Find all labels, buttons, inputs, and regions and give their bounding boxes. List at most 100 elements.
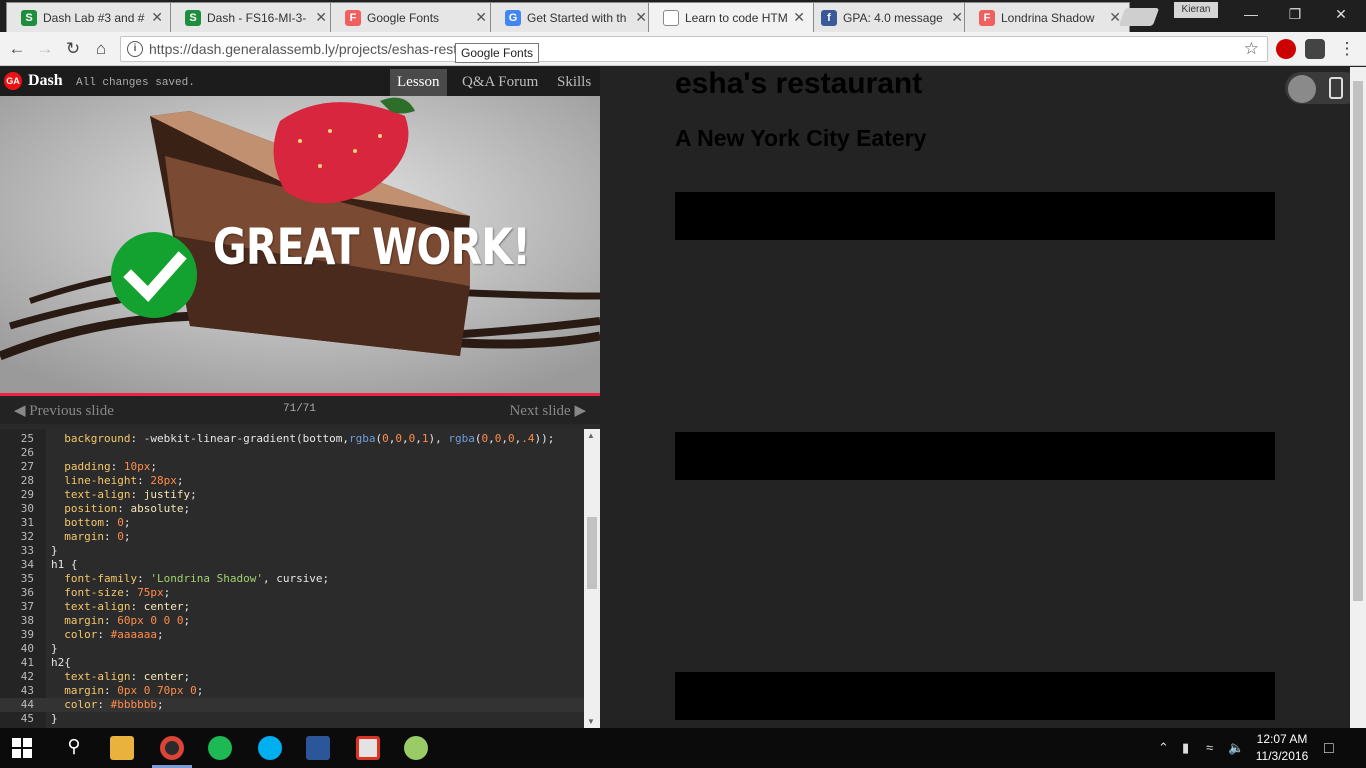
bookmark-star-icon[interactable]: ☆ [1244,39,1259,59]
start-icon[interactable] [12,738,32,758]
mobile-preview-toggle[interactable] [1285,72,1350,104]
extension-icon[interactable] [1305,39,1325,59]
code-line[interactable]: 38 margin: 60px 0 0 0; [0,614,584,628]
browser-tab[interactable]: F Londrina Shadow ✕ [964,2,1130,32]
previous-slide-button[interactable]: ◀ Previous slide [14,401,114,420]
volume-icon[interactable]: 🔈 [1228,740,1244,756]
code-line[interactable]: 28 line-height: 28px; [0,474,584,488]
tab-close-icon[interactable]: ✕ [951,9,963,26]
acrobat-icon[interactable] [356,736,380,760]
editor-scrollbar[interactable]: ▲ ▼ [584,429,600,728]
code-line[interactable]: 33} [0,544,584,558]
dash-panel: GA Dash All changes saved. Lesson Q&A Fo… [0,67,600,728]
tab-close-icon[interactable]: ✕ [475,9,487,26]
tab-title: Google Fonts [367,10,440,25]
dash-header: GA Dash All changes saved. Lesson Q&A Fo… [0,67,600,96]
browser-tab[interactable]: F Google Fonts ✕ [330,2,496,32]
code-line[interactable]: 40} [0,642,584,656]
code-line[interactable]: 34 h1 { [0,558,584,572]
line-number: 28 [20,474,34,487]
phone-icon [1329,77,1343,99]
url-text[interactable]: https://dash.generalassemb.ly/projects/e… [149,41,457,57]
code-token: h2{ [51,656,71,669]
code-line[interactable]: 41 h2{ [0,656,584,670]
code-line[interactable]: 32 margin: 0; [0,530,584,544]
code-line[interactable]: 25 background: -webkit-linear-gradient(b… [0,432,584,446]
chevron-left-icon: ◀ [14,403,30,419]
file-explorer-icon[interactable] [110,736,134,760]
chrome-icon[interactable] [160,736,184,760]
browser-tab[interactable]: f GPA: 4.0 message ✕ [806,2,972,32]
tab-close-icon[interactable]: ✕ [315,9,327,26]
code-token: margin [64,530,104,543]
code-token: 0px 0 70px 0 [117,684,197,697]
paint-icon[interactable] [404,736,428,760]
next-slide-button[interactable]: Next slide ▶ [509,401,586,420]
tab-close-icon[interactable]: ✕ [635,9,647,26]
code-line[interactable]: 31 bottom: 0; [0,516,584,530]
code-token: 0 [117,530,124,543]
forward-icon[interactable]: → [34,38,56,60]
code-line[interactable]: 26 [0,446,584,460]
scroll-down-icon[interactable]: ▼ [587,717,595,726]
extension-icon[interactable] [1276,39,1296,59]
code-line[interactable]: 29 text-align: justify; [0,488,584,502]
code-line[interactable]: 30 position: absolute; [0,502,584,516]
profile-button[interactable]: Kieran [1174,2,1218,18]
site-info-icon[interactable]: i [127,41,143,57]
close-window-icon[interactable]: ✕ [1326,4,1356,24]
code-line[interactable]: 36 font-size: 75px; [0,586,584,600]
notifications-icon[interactable]: □ [1324,740,1334,758]
wifi-icon[interactable]: ≈ [1206,740,1213,755]
search-icon[interactable]: ⚲ [62,736,86,760]
code-editor[interactable]: 25 background: -webkit-linear-gradient(b… [0,429,600,728]
tab-qa-forum[interactable]: Q&A Forum [455,69,545,96]
maximize-icon[interactable]: ❐ [1280,4,1310,24]
minimize-icon[interactable]: — [1236,4,1266,24]
code-text: color: #bbbbbb; [51,698,163,712]
code-line[interactable]: 45} [0,712,584,726]
back-icon[interactable]: ← [6,38,28,60]
editor-scroll-thumb[interactable] [587,517,597,589]
address-bar[interactable]: i https://dash.generalassemb.ly/projects… [120,36,1268,62]
new-tab-button[interactable] [1118,8,1160,26]
word-icon[interactable] [306,736,330,760]
code-token: : [123,586,138,599]
browser-tab[interactable]: S Dash - FS16-MI-3- ✕ [170,2,336,32]
reload-icon[interactable]: ↻ [62,38,84,60]
browser-tab[interactable]: G Get Started with th ✕ [490,2,656,32]
tab-skills[interactable]: Skills [550,69,598,96]
code-line[interactable]: 44 color: #bbbbbb; [0,698,584,712]
code-line[interactable]: 37 text-align: center; [0,600,584,614]
code-token: ; [176,474,184,487]
tab-close-icon[interactable]: ✕ [151,9,163,26]
code-text: background: -webkit-linear-gradient(bott… [51,432,554,446]
page-scrollbar[interactable] [1350,67,1366,728]
browser-tab[interactable]: S Dash Lab #3 and # ✕ [6,2,172,32]
skype-icon[interactable] [258,736,282,760]
menu-icon[interactable]: ⋮ [1336,38,1358,60]
code-token: ; [190,488,197,501]
battery-icon[interactable]: ▮ [1182,740,1189,756]
scroll-up-icon[interactable]: ▲ [587,431,595,440]
code-token: 10px [123,460,151,473]
tab-lesson[interactable]: Lesson [390,69,447,96]
home-icon[interactable]: ⌂ [90,38,112,60]
code-line[interactable]: 39 color: #aaaaaa; [0,628,584,642]
code-line[interactable]: 42 text-align: center; [0,670,584,684]
tab-close-icon[interactable]: ✕ [793,9,805,26]
system-clock[interactable]: 12:07 AM 11/3/2016 [1250,731,1314,765]
tooltip: Google Fonts [455,43,540,63]
chevron-up-icon[interactable]: ⌃ [1158,740,1169,756]
check-circle-icon [111,232,197,318]
browser-tab[interactable]: Learn to code HTM ✕ [648,2,814,32]
code-line[interactable]: 35 font-family: 'Londrina Shadow', cursi… [0,572,584,586]
spotify-icon[interactable] [208,736,232,760]
ga-logo[interactable]: GA [4,72,22,90]
code-line[interactable]: 43 margin: 0px 0 70px 0; [0,684,584,698]
page-scroll-thumb[interactable] [1353,81,1363,601]
code-line[interactable]: 27 padding: 10px; [0,460,584,474]
code-text: h2{ [51,656,71,670]
browser-toolbar: ← → ↻ ⌂ i https://dash.generalassemb.ly/… [0,32,1366,66]
